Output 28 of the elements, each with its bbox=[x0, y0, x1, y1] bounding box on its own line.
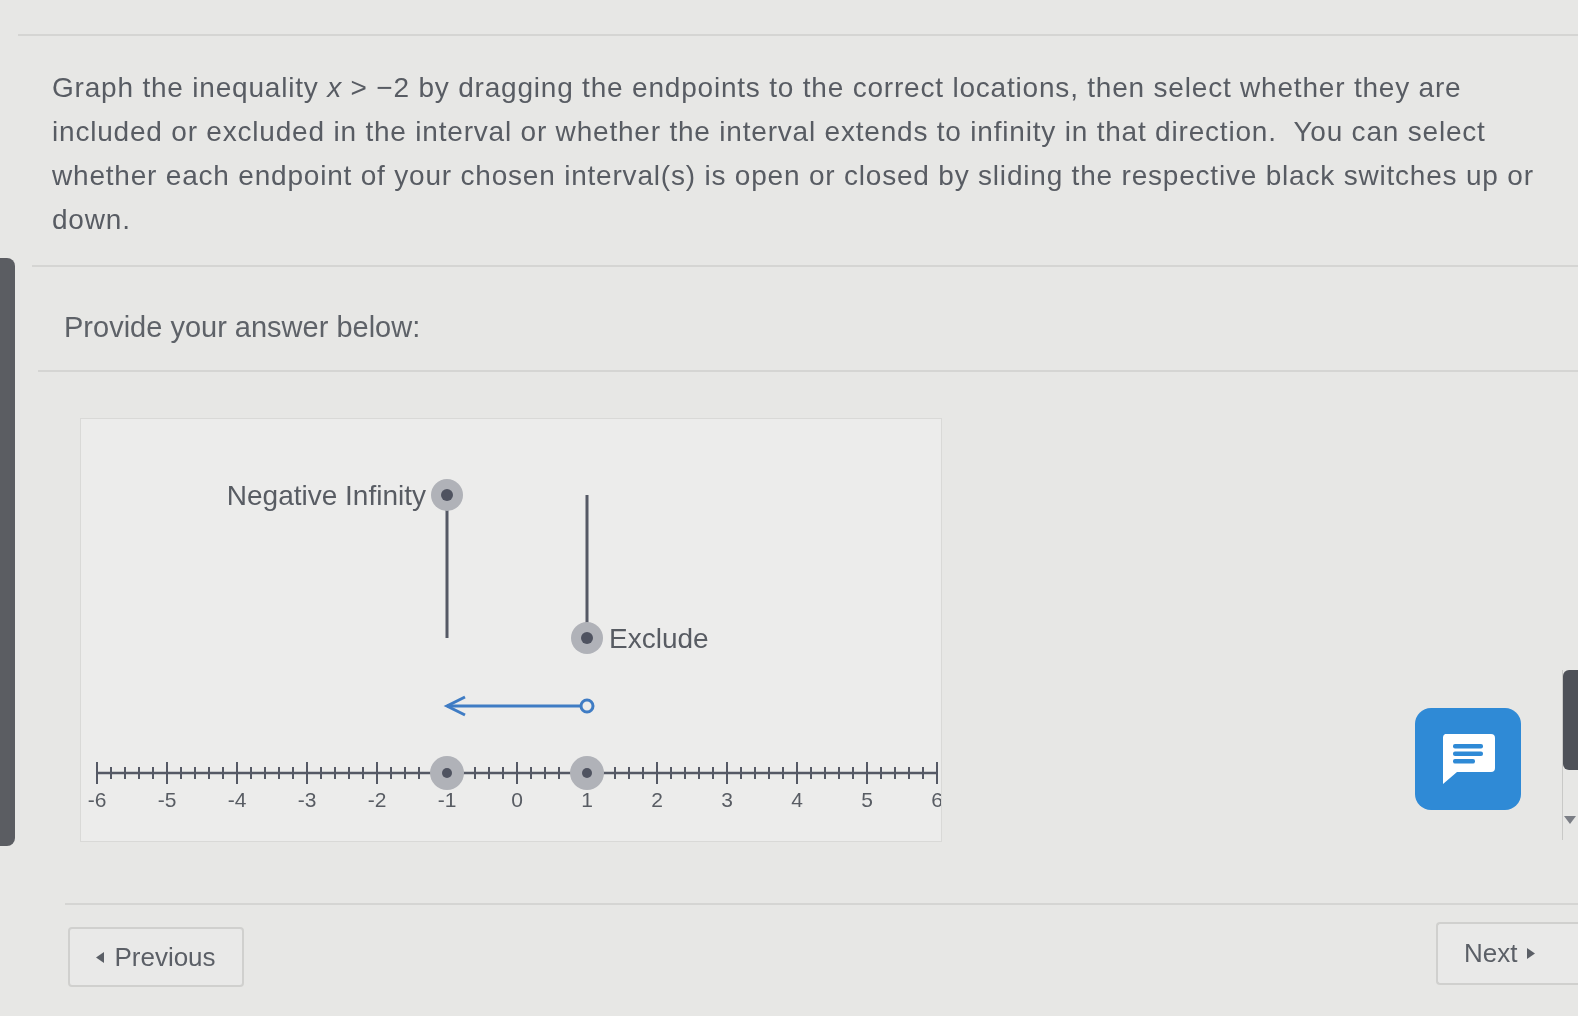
toggle-switch[interactable] bbox=[431, 479, 463, 638]
switch-label: Negative Infinity bbox=[226, 480, 426, 511]
tick-label: -2 bbox=[367, 788, 387, 811]
switch-label: Exclude bbox=[609, 623, 709, 654]
scrollbar-thumb[interactable] bbox=[1563, 670, 1578, 770]
answer-prompt: Provide your answer below: bbox=[64, 310, 421, 345]
previous-button[interactable]: Previous bbox=[68, 927, 244, 987]
caret-right-icon bbox=[1527, 948, 1536, 959]
tick-label: 2 bbox=[651, 788, 663, 811]
question-text: Graph the inequality x > −2 by dragging the endpoints to the correct locations, then select whether they are included or excluded in the interval or whether the interval extends to infinity in that direction. You can select whether each endpoint of your chosen interval(s) is open or closed by sliding the respective black switches up or down. bbox=[52, 71, 1535, 237]
scrollbar-thumb[interactable] bbox=[0, 258, 15, 846]
tick-label: -1 bbox=[437, 788, 457, 811]
tick-label: -5 bbox=[157, 788, 177, 811]
tick-label: 5 bbox=[861, 788, 873, 811]
endpoint-handle[interactable] bbox=[570, 756, 604, 790]
next-button[interactable]: Next bbox=[1436, 922, 1578, 985]
tick-label: -4 bbox=[227, 788, 247, 811]
caret-left-icon bbox=[96, 951, 105, 963]
tick-label: 1 bbox=[581, 788, 593, 811]
scroll-down-icon[interactable] bbox=[1564, 816, 1576, 824]
chat-button[interactable] bbox=[1415, 708, 1521, 810]
tick-label: 4 bbox=[791, 788, 803, 811]
endpoint-handle[interactable] bbox=[430, 756, 464, 790]
tick-label: -6 bbox=[87, 788, 107, 811]
toggle-switch[interactable] bbox=[571, 495, 603, 654]
tick-label: 0 bbox=[511, 788, 523, 811]
tick-label: 3 bbox=[721, 788, 733, 811]
tick-label: -3 bbox=[297, 788, 317, 811]
